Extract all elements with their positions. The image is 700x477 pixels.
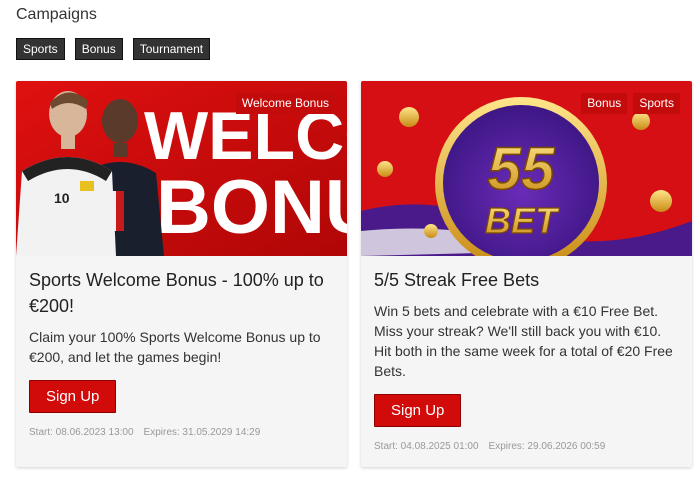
campaign-card-body: 5/5 Streak Free Bets Win 5 bets and cele…	[361, 256, 692, 463]
campaign-dates: Start: 04.08.2025 01:00 Expires: 29.06.2…	[374, 441, 679, 452]
campaign-dates: Start: 08.06.2023 13:00 Expires: 31.05.2…	[29, 427, 334, 438]
tag-sports: Sports	[633, 93, 680, 114]
campaign-description: Win 5 bets and celebrate with a €10 Free…	[374, 303, 673, 379]
filter-tournament[interactable]: Tournament	[132, 38, 211, 60]
jersey-number: 10	[54, 190, 70, 206]
expiry-date: Expires: 29.06.2026 00:59	[488, 441, 606, 452]
campaign-title: 5/5 Streak Free Bets	[374, 270, 540, 290]
banner-text-line2: BONU	[156, 165, 347, 250]
campaign-tags: Welcome Bonus	[235, 93, 335, 114]
campaign-card-body: Sports Welcome Bonus - 100% up to €200! …	[16, 256, 347, 449]
tag-bonus: Bonus	[581, 93, 628, 114]
campaign-banner-image: WELCOM BONU 10	[16, 81, 347, 256]
filter-sports[interactable]: Sports	[16, 38, 65, 60]
banner-text-line1: 55	[488, 135, 556, 202]
start-date: Start: 08.06.2023 13:00	[29, 427, 134, 438]
tag-welcome-bonus: Welcome Bonus	[235, 93, 335, 114]
filter-bar: Sports Bonus Tournament	[16, 38, 211, 60]
campaign-description: Claim your 100% Sports Welcome Bonus up …	[29, 329, 321, 365]
filter-bonus[interactable]: Bonus	[74, 38, 123, 60]
banner-text-line2: BET	[485, 200, 560, 241]
campaign-title: Sports Welcome Bonus - 100% up to €200!	[29, 270, 324, 316]
sign-up-button[interactable]: Sign Up	[374, 394, 462, 427]
campaign-card-streak-free-bets[interactable]: 55 BET Bonus Sports 5/5 Streak Free Bets…	[361, 81, 692, 467]
section-title: Campaigns	[16, 6, 97, 23]
sign-up-button[interactable]: Sign Up	[29, 380, 117, 413]
campaigns-page: Campaigns Sports Bonus Tournament WELCOM…	[0, 0, 700, 477]
campaign-card-welcome-bonus[interactable]: WELCOM BONU 10	[16, 81, 347, 467]
campaign-tags: Bonus Sports	[581, 93, 680, 114]
start-date: Start: 04.08.2025 01:00	[374, 441, 479, 452]
expiry-date: Expires: 31.05.2029 14:29	[143, 427, 261, 438]
campaign-banner-image: 55 BET Bonus Sports	[361, 81, 692, 256]
